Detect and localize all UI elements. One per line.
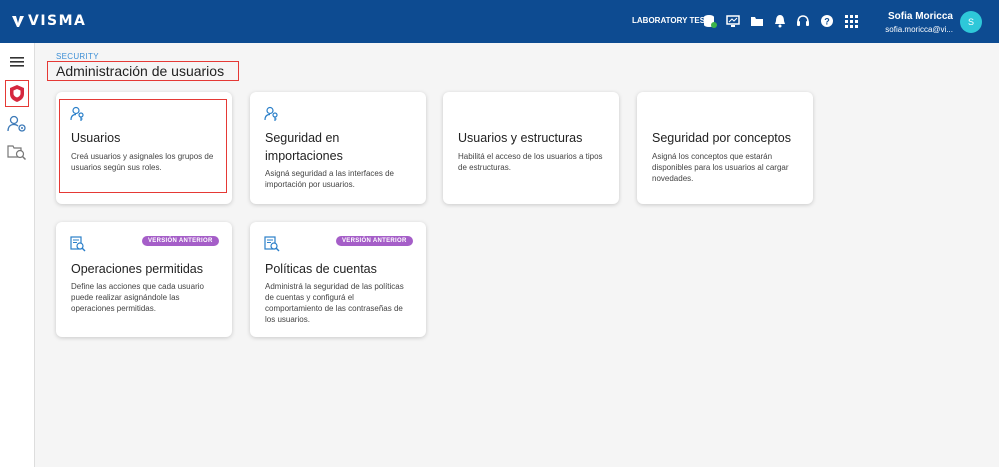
card-title: Seguridad en importaciones (265, 131, 343, 163)
card-description: Define las acciones que cada usuario pue… (71, 282, 204, 313)
folder-icon[interactable] (749, 13, 765, 29)
card-description: Habilitá el acceso de los usuarios a tip… (458, 152, 603, 172)
top-bar: VISMA LABORATORY TEST ? Sofia Moricca so… (0, 0, 999, 43)
environment-label: LABORATORY TEST (632, 16, 710, 25)
card-politicas-cuentas[interactable]: VERSIÓN ANTERIOR Políticas de cuentas Ad… (250, 222, 426, 337)
sidebar-item-security[interactable] (5, 80, 29, 107)
card-description: Asigná los conceptos que estarán disponi… (652, 152, 789, 183)
document-search-icon (264, 236, 280, 252)
sidebar (0, 43, 35, 467)
security-shield-icon (10, 85, 24, 102)
visma-logo-icon (12, 16, 24, 27)
card-title: Usuarios y estructuras (458, 131, 583, 145)
user-email: sofia.moricca@vi... (885, 25, 953, 34)
menu-icon[interactable] (5, 50, 29, 74)
card-description: Asigná seguridad a las interfaces de imp… (265, 169, 394, 189)
help-icon[interactable]: ? (819, 13, 835, 29)
card-seguridad-importaciones[interactable]: Seguridad en importaciones Asigná seguri… (250, 92, 426, 204)
card-title: Operaciones permitidas (71, 262, 204, 276)
version-badge: VERSIÓN ANTERIOR (142, 236, 219, 246)
version-badge: VERSIÓN ANTERIOR (336, 236, 413, 246)
user-key-icon (264, 106, 278, 121)
card-operaciones-permitidas[interactable]: VERSIÓN ANTERIOR Operaciones permitidas … (56, 222, 232, 337)
card-title: Seguridad por conceptos (652, 131, 791, 145)
users-settings-icon[interactable] (5, 112, 29, 136)
card-description: Administrá la seguridad de las políticas… (265, 282, 404, 324)
apps-grid-icon[interactable] (843, 13, 859, 29)
monitor-icon[interactable] (725, 13, 741, 29)
avatar[interactable]: S (960, 11, 982, 33)
document-search-icon (70, 236, 86, 252)
headset-icon[interactable] (795, 13, 811, 29)
visma-logo[interactable]: VISMA (12, 13, 86, 29)
search-documents-icon[interactable] (5, 140, 29, 164)
breadcrumb[interactable]: SECURITY (56, 52, 99, 61)
card-usuarios-estructuras[interactable]: Usuarios y estructuras Habilitá el acces… (443, 92, 619, 204)
user-name: Sofia Moricca (887, 11, 953, 22)
usuarios-highlight (59, 99, 227, 193)
page-title: Administración de usuarios (47, 61, 239, 81)
card-seguridad-conceptos[interactable]: Seguridad por conceptos Asigná los conce… (637, 92, 813, 204)
user-info[interactable]: Sofia Moricca sofia.moricca@vi... (885, 11, 953, 34)
svg-text:?: ? (824, 17, 830, 27)
card-title: Políticas de cuentas (265, 262, 377, 276)
logo-text: VISMA (28, 13, 87, 29)
bell-icon[interactable] (772, 13, 788, 29)
database-check-icon[interactable] (702, 13, 718, 29)
